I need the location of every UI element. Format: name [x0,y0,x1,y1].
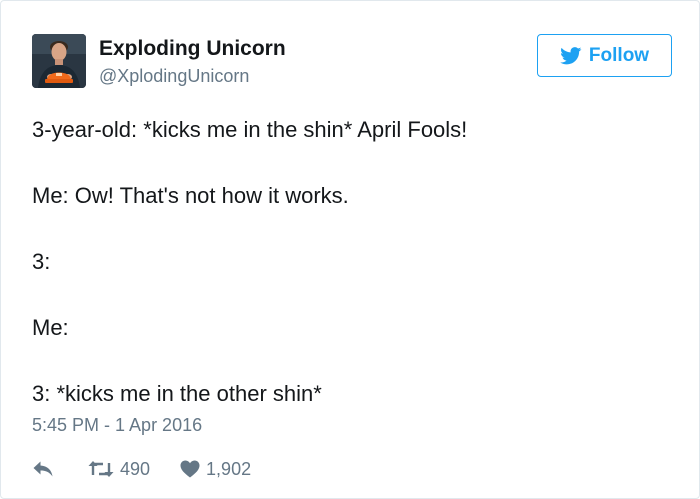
tweet-line: 3: [32,249,51,274]
reply-button[interactable] [32,460,54,478]
twitter-bird-icon [560,46,582,65]
tweet-text: 3-year-old: *kicks me in the shin* April… [32,113,672,411]
tweet-actions: 490 1,902 [32,454,251,484]
tweet-line: 3: *kicks me in the other shin* [32,381,322,406]
retweet-icon [88,460,114,478]
tweet-line: 3-year-old: *kicks me in the shin* April… [32,117,468,142]
user-name[interactable]: Exploding Unicorn [99,37,286,61]
reply-icon [32,460,54,478]
like-count: 1,902 [206,458,252,479]
tweet-line: Me: [32,315,69,340]
heart-icon [180,460,200,478]
retweet-count: 490 [120,458,151,479]
tweet-line: Me: Ow! That's not how it works. [32,183,349,208]
tweet-card: Exploding Unicorn @XplodingUnicorn Follo… [0,0,700,499]
retweet-button[interactable]: 490 [88,459,150,480]
avatar[interactable] [32,34,86,88]
avatar-image [32,34,86,88]
tweet-timestamp[interactable]: 5:45 PM - 1 Apr 2016 [32,415,202,436]
like-button[interactable]: 1,902 [180,459,251,480]
follow-label: Follow [588,44,650,66]
follow-button[interactable]: Follow [537,34,672,77]
user-handle[interactable]: @XplodingUnicorn [99,66,249,87]
